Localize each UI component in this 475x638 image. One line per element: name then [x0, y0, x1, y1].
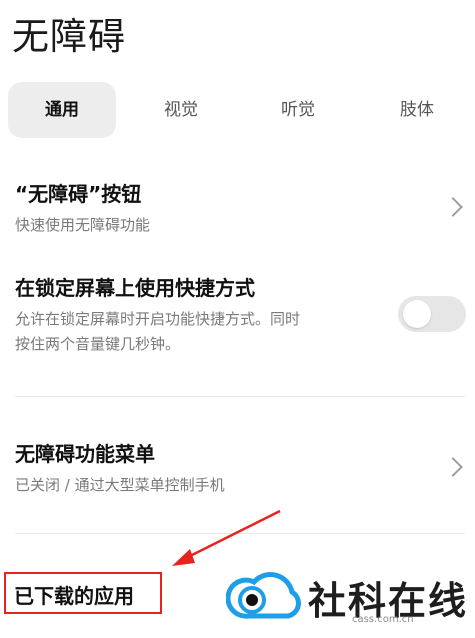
red-arrow-annotation [172, 509, 281, 566]
watermark-cloud-icon [226, 572, 301, 619]
watermark-url: cass.com.cn [352, 614, 414, 625]
